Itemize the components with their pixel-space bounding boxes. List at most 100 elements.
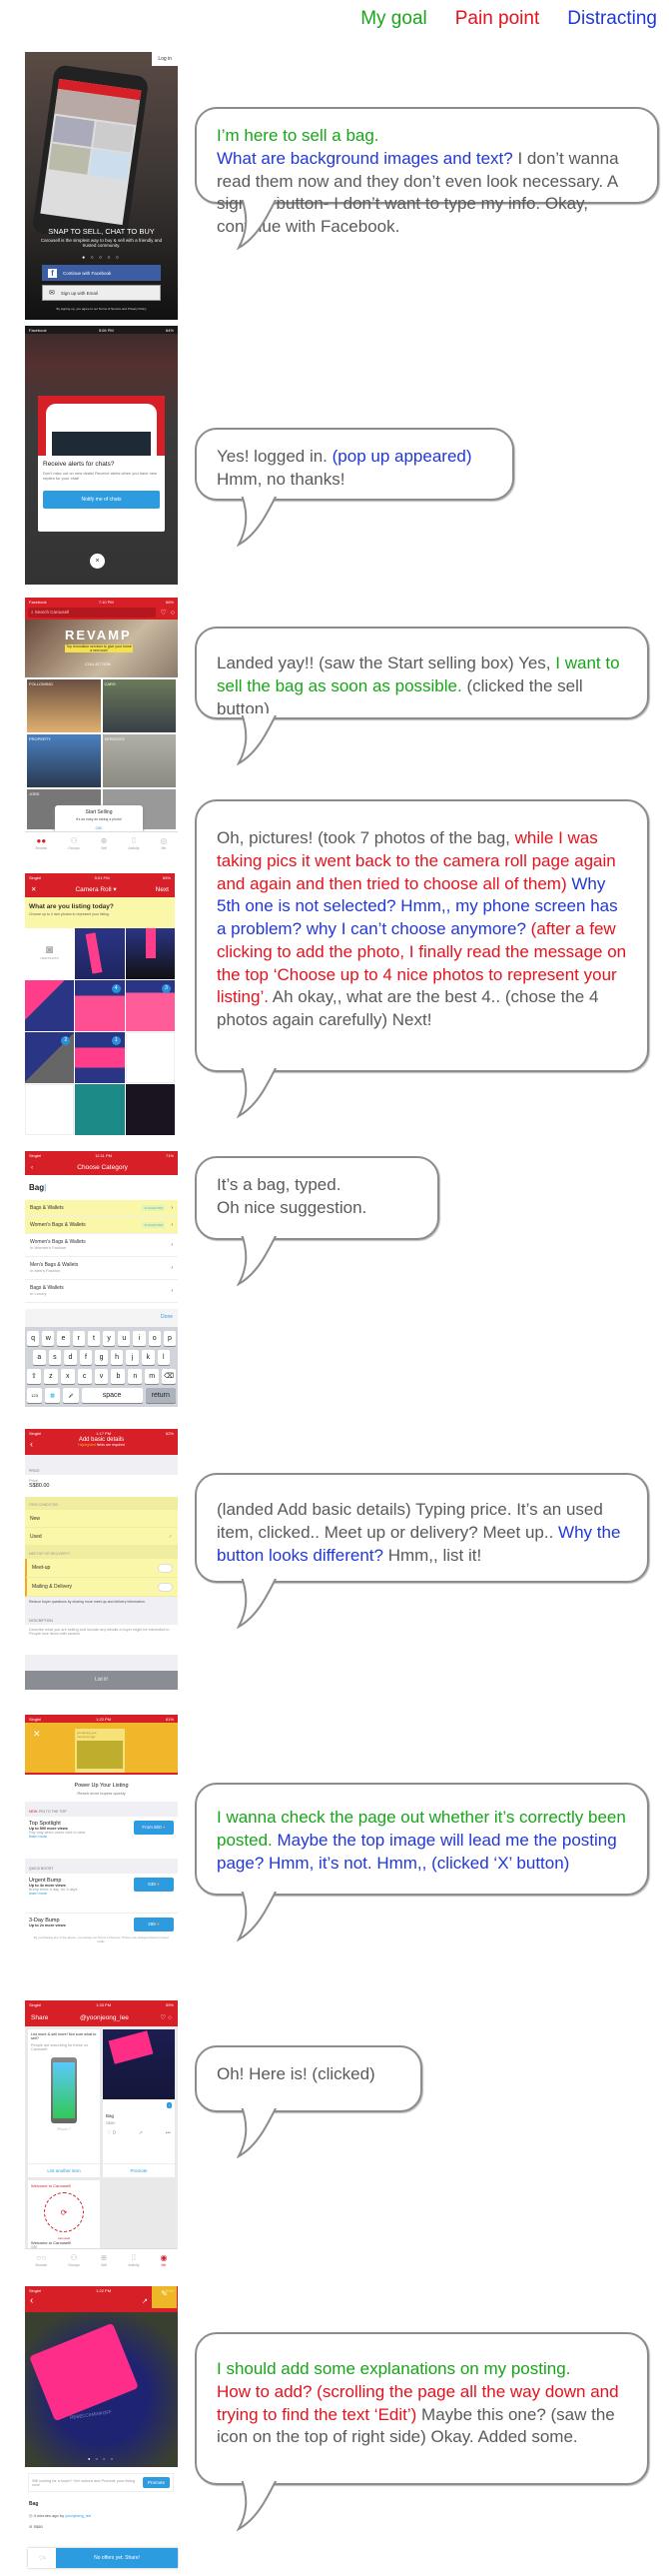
photo-tile[interactable] [75, 1084, 125, 1135]
buy-option-button[interactable]: 298 ● [134, 1918, 174, 1932]
key-char[interactable]: q [27, 1331, 40, 1346]
next-button[interactable]: Next [156, 886, 169, 893]
list-it-button[interactable]: List it! [25, 1671, 178, 1690]
sign-up-email-button[interactable]: ✉ Sign up with Email [42, 285, 161, 301]
suggested-item[interactable]: Women's Bags & Wallets SUGGESTED › [25, 1217, 178, 1234]
tab-browse[interactable]: ○○ Browse [36, 2253, 48, 2267]
more-icon[interactable]: ••• [166, 2130, 171, 2136]
key-char[interactable]: i [133, 1331, 146, 1346]
category-item[interactable]: Men's Bags & Wallets In Men's Fashion › [25, 1257, 178, 1280]
stats-icon[interactable]: ↗ [142, 2297, 148, 2305]
key-char[interactable]: f [79, 1350, 93, 1365]
meetup-toggle[interactable] [158, 1563, 173, 1573]
heart-icon[interactable]: ♡ [160, 2014, 166, 2021]
listing-preview-banner[interactable]: ✕ yoonjeong_lee moments ago [25, 1723, 178, 1775]
key-char[interactable]: 🌐 [45, 1388, 61, 1403]
tab-me[interactable]: ◉ Me [160, 2253, 167, 2267]
category-item[interactable]: Bags & Wallets In Luxury › [25, 1280, 178, 1303]
learn-more-link[interactable]: learn more [29, 1892, 77, 1896]
key-char[interactable]: y [103, 1331, 116, 1346]
key-char[interactable]: u [118, 1331, 131, 1346]
promote-button[interactable]: Promote [142, 2477, 170, 2488]
key-char[interactable]: 🎤 [63, 1388, 79, 1403]
key-char[interactable]: o [148, 1331, 161, 1346]
key-char[interactable]: k [141, 1350, 155, 1365]
photo-tile[interactable] [125, 1032, 175, 1083]
tab-groups[interactable]: ⚇ Groups [68, 2253, 79, 2267]
key-char[interactable]: ⇧ [27, 1369, 41, 1384]
key-char[interactable]: c [77, 1369, 92, 1384]
back-icon[interactable]: ‹ [30, 2295, 33, 2306]
photo-tile[interactable]: 1 [75, 1032, 125, 1083]
iphone-image[interactable] [51, 2057, 77, 2123]
key-char[interactable]: m [145, 1369, 160, 1384]
promote-button[interactable]: Promote [103, 2163, 175, 2177]
key-char[interactable]: e [57, 1331, 70, 1346]
mailing-toggle-row[interactable]: Mailing & Delivery [25, 1578, 178, 1597]
condition-option-used[interactable]: Used ✓ [25, 1528, 178, 1546]
learn-more-link[interactable]: learn more [29, 1835, 85, 1839]
key-char[interactable]: ⌫ [162, 1369, 177, 1384]
key-char[interactable]: d [64, 1350, 77, 1365]
no-offers-share-button[interactable]: No offers yet. Share! [56, 2548, 178, 2568]
key-char[interactable]: a [33, 1350, 46, 1365]
listing-photo[interactable]: REBECCAMINKOFF ● ○ ○ ○ [25, 2312, 178, 2467]
key-return[interactable]: return [145, 1388, 176, 1403]
photo-tile[interactable] [25, 980, 75, 1031]
key-char[interactable]: h [110, 1350, 124, 1365]
meetup-toggle-row[interactable]: Meet-up [25, 1559, 178, 1578]
new-photo-tile[interactable]: ◙ NEW PHOTO [25, 928, 75, 979]
key-char[interactable]: w [42, 1331, 55, 1346]
back-icon[interactable]: ‹ [31, 1164, 33, 1171]
photo-tile[interactable] [25, 1084, 75, 1135]
key-char[interactable]: b [111, 1369, 126, 1384]
mailing-toggle[interactable] [158, 1582, 173, 1592]
category-item[interactable]: Women's Bags & Wallets In Women's Fashion… [25, 1234, 178, 1257]
key-char[interactable]: t [87, 1331, 101, 1346]
close-icon[interactable]: × [90, 554, 105, 569]
chat-icon[interactable]: ○ [168, 2014, 172, 2021]
edit-icon[interactable]: ✎ [152, 2286, 177, 2308]
tab-browse[interactable]: ●● Browse [36, 836, 48, 850]
carousel-dots[interactable]: ● ○ ○ ○ [25, 2456, 178, 2461]
list-another-item-button[interactable]: List another item [28, 2163, 100, 2177]
revamp-banner[interactable]: REVAMP Top renovation services to give y… [25, 620, 178, 677]
key-char[interactable]: s [48, 1350, 62, 1365]
photo-tile[interactable]: 3 [125, 980, 175, 1031]
price-field[interactable]: Price S$80.00 [25, 1475, 178, 1497]
seller-link[interactable]: yoonjeong_lee [65, 2513, 91, 2518]
tile-services[interactable]: SERVICES [102, 734, 176, 787]
tile-cars[interactable]: CARS [102, 679, 176, 732]
tab-sell[interactable]: ⊕ Sell [101, 836, 108, 850]
close-icon[interactable]: ✕ [33, 1729, 41, 1740]
photo-tile[interactable]: 4 [75, 980, 125, 1031]
category-search-input[interactable]: Bag| [25, 1175, 178, 1200]
buy-option-button[interactable]: From 800 ● [134, 1821, 174, 1835]
stats-icon[interactable]: ↗ [139, 2130, 143, 2136]
login-button[interactable]: Log in [152, 52, 178, 66]
promote-mini-button[interactable]: ▪ [167, 2102, 172, 2108]
popup-ok-button[interactable]: OK! [55, 825, 143, 830]
tab-groups[interactable]: ⚇ Groups [68, 836, 79, 850]
tab-activity[interactable]: ⁞⁞ Activity [128, 836, 139, 850]
key-space[interactable]: space [81, 1388, 143, 1403]
tab-me[interactable]: ◎ Me [160, 836, 167, 850]
listing-card-bag[interactable]: ▪ Bag S$80 ♡ 0 ↗ ••• Promote [103, 2029, 175, 2177]
photo-tile[interactable] [125, 1084, 175, 1135]
tile-following[interactable]: FOLLOWING [27, 679, 101, 732]
description-input[interactable]: Describe what you are selling and includ… [25, 1625, 178, 1655]
search-input[interactable]: ⌕ Search Carousell [28, 608, 157, 618]
tile-property[interactable]: PROPERTY [27, 734, 101, 787]
close-icon[interactable]: ✕ [31, 885, 36, 893]
key-char[interactable]: 123 [27, 1388, 43, 1403]
photo-tile[interactable]: 2 [25, 1032, 75, 1083]
notify-me-button[interactable]: Notify me of chats [43, 491, 160, 509]
back-icon[interactable]: ‹ [30, 1439, 33, 1449]
like-button[interactable]: ♡ 1 [28, 2548, 56, 2568]
terms-text[interactable]: By signing up, you agree to our Terms of… [25, 307, 178, 311]
condition-option-new[interactable]: New [25, 1510, 178, 1528]
photo-tile[interactable] [125, 928, 175, 979]
key-char[interactable]: l [157, 1350, 171, 1365]
key-char[interactable]: n [128, 1369, 143, 1384]
key-char[interactable]: z [43, 1369, 58, 1384]
